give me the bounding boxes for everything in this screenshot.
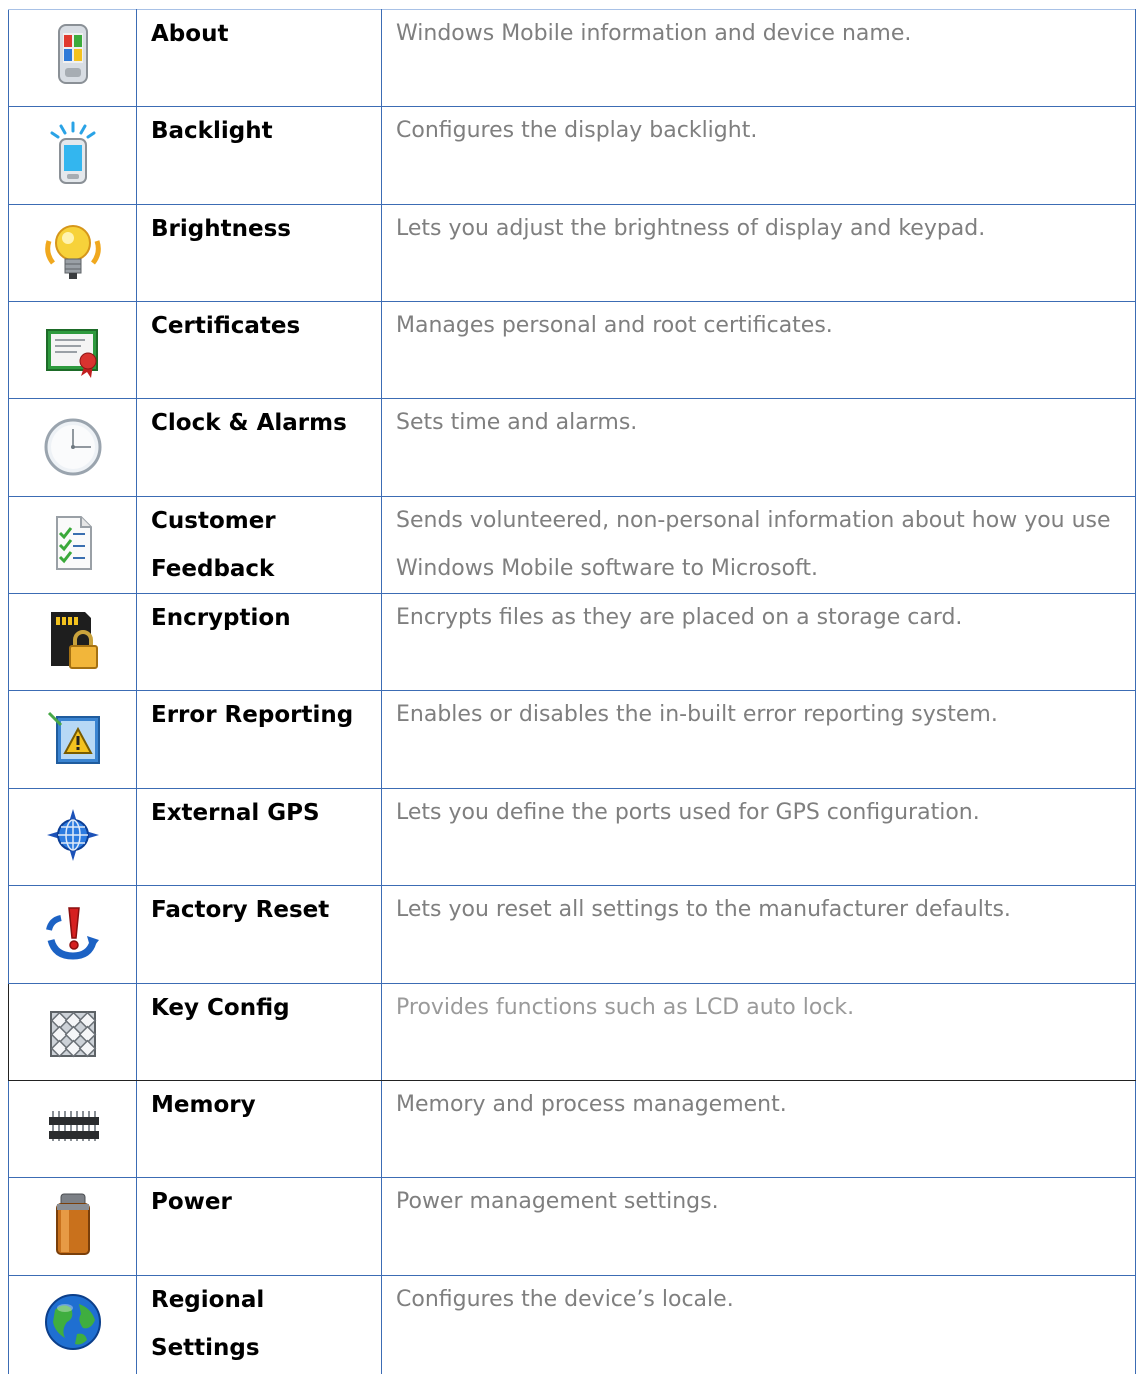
memory-chip-icon (41, 1095, 105, 1159)
settings-table: About Windows Mobile information and dev… (8, 9, 1136, 1374)
setting-description: Lets you define the ports used for GPS c… (396, 800, 980, 825)
setting-description: Configures the display backlight. (396, 118, 758, 143)
table-row: Encryption Encrypts files as they are pl… (8, 593, 1136, 691)
setting-description: Encrypts files as they are placed on a s… (396, 605, 963, 630)
table-row: Memory Memory and process management. (8, 1080, 1136, 1178)
certificate-icon (41, 316, 105, 380)
setting-description: Lets you adjust the brightness of displa… (396, 216, 986, 241)
setting-name: Factory Reset (151, 897, 330, 923)
lightbulb-icon (41, 219, 105, 283)
table-row: Backlight Configures the display backlig… (8, 106, 1136, 205)
phone-icon (41, 22, 105, 86)
setting-description: Sends volunteered, non-personal informat… (396, 508, 1111, 581)
setting-name: Backlight (151, 118, 273, 144)
setting-name: Key Config (151, 995, 290, 1021)
setting-name: Certificates (151, 313, 301, 339)
setting-description: Memory and process management. (396, 1092, 787, 1117)
table-row: Customer Feedback Sends volunteered, non… (8, 496, 1136, 594)
keypad-icon (41, 998, 105, 1062)
setting-name: Encryption (151, 605, 291, 631)
backlight-icon (41, 121, 105, 185)
setting-name: Clock & Alarms (151, 410, 347, 436)
setting-name: Error Reporting (151, 702, 354, 728)
setting-name: Brightness (151, 216, 291, 242)
setting-description: Enables or disables the in-built error r… (396, 702, 998, 727)
setting-description: Sets time and alarms. (396, 410, 638, 435)
table-row: Brightness Lets you adjust the brightnes… (8, 204, 1136, 302)
checklist-icon (41, 511, 105, 575)
table-row: About Windows Mobile information and dev… (8, 9, 1136, 107)
table-row: Clock & Alarms Sets time and alarms. (8, 398, 1136, 497)
battery-icon (41, 1192, 105, 1256)
setting-name: Customer Feedback (151, 508, 276, 582)
clock-icon (41, 413, 105, 477)
setting-description: Lets you reset all settings to the manuf… (396, 897, 1011, 922)
table-row: Regional Settings Configures the device’… (8, 1275, 1136, 1374)
warning-icon (41, 705, 105, 769)
table-row: Error Reporting Enables or disables the … (8, 690, 1136, 789)
table-row: Certificates Manages personal and root c… (8, 301, 1136, 399)
table-row: External GPS Lets you define the ports u… (8, 788, 1136, 886)
table-row: Key Config Provides functions such as LC… (8, 983, 1136, 1081)
table-row: Power Power management settings. (8, 1177, 1136, 1276)
table-row: Factory Reset Lets you reset all setting… (8, 885, 1136, 984)
setting-name: Memory (151, 1092, 256, 1118)
setting-name: Regional Settings (151, 1287, 265, 1361)
storage-card-lock-icon (41, 608, 105, 672)
setting-description: Manages personal and root certificates. (396, 313, 833, 338)
setting-name: About (151, 21, 229, 47)
setting-description: Windows Mobile information and device na… (396, 21, 912, 46)
setting-description: Power management settings. (396, 1189, 719, 1214)
globe-icon (41, 1290, 105, 1354)
gps-globe-icon (41, 803, 105, 867)
setting-name: External GPS (151, 800, 320, 826)
setting-name: Power (151, 1189, 232, 1215)
setting-description: Provides functions such as LCD auto lock… (396, 995, 855, 1020)
reset-icon (41, 900, 105, 964)
setting-description: Configures the device’s locale. (396, 1287, 734, 1312)
